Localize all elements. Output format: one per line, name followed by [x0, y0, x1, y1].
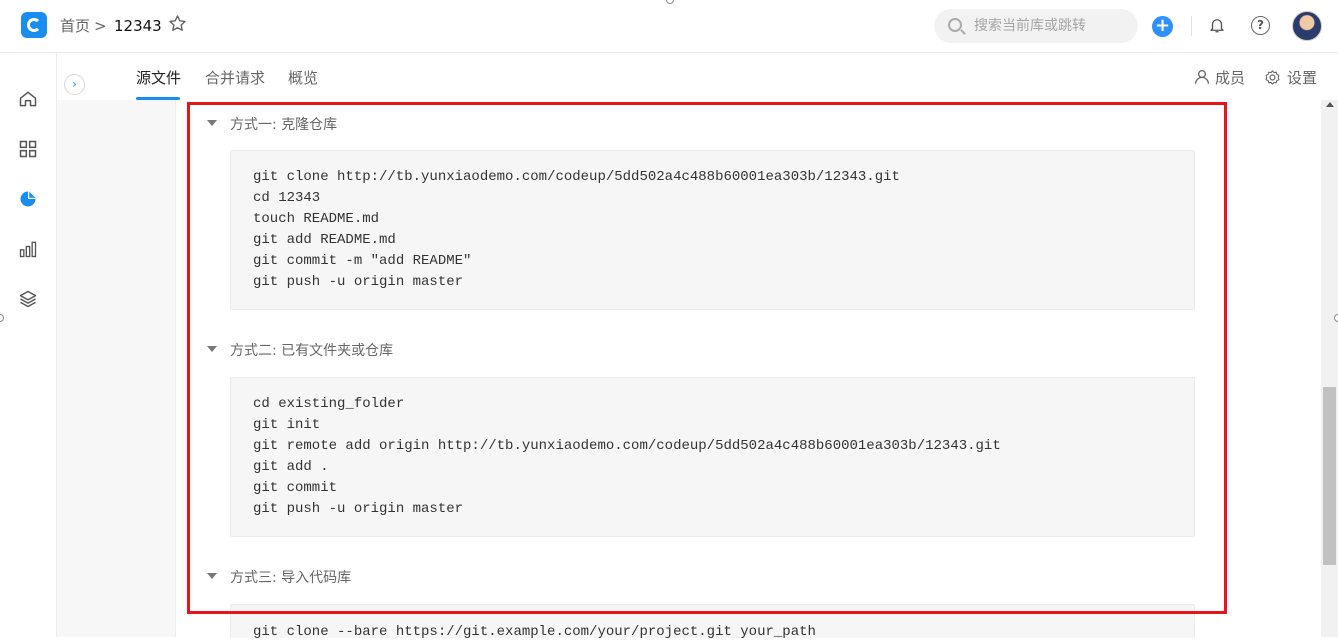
layers-icon[interactable]	[18, 289, 38, 309]
top-bar: 首页 > 12343 + ?	[0, 0, 1338, 53]
tab-source-files[interactable]: 源文件	[136, 67, 181, 89]
gear-icon	[1264, 69, 1281, 92]
scroll-up-arrow-icon[interactable]	[1326, 102, 1334, 107]
members-label: 成员	[1215, 69, 1246, 87]
tab-merge-requests[interactable]: 合并请求	[205, 67, 265, 89]
app-logo[interactable]	[21, 12, 47, 38]
user-icon	[1193, 68, 1211, 92]
scroll-thumb[interactable]	[1323, 387, 1336, 565]
logo-mark	[27, 18, 41, 32]
star-icon[interactable]	[168, 14, 188, 36]
sidebar-expand-button[interactable]: ›	[64, 74, 85, 95]
add-button[interactable]: +	[1152, 16, 1173, 37]
tab-overview[interactable]: 概览	[288, 67, 318, 89]
settings-label: 设置	[1287, 69, 1318, 87]
avatar[interactable]	[1292, 11, 1322, 41]
members-button[interactable]: 成员	[1193, 67, 1245, 92]
home-icon[interactable]	[18, 89, 38, 109]
resize-handle[interactable]	[1334, 314, 1338, 322]
search-box[interactable]	[934, 9, 1138, 43]
repo-tabs: 源文件 合并请求 概览 成员 设置	[57, 53, 1338, 100]
help-icon[interactable]: ?	[1251, 16, 1270, 35]
pie-chart-icon[interactable]	[18, 189, 38, 209]
grid-icon[interactable]	[18, 139, 38, 159]
left-sidebar	[0, 53, 57, 637]
bar-chart-icon[interactable]	[18, 239, 38, 259]
search-icon	[948, 18, 962, 32]
vertical-scrollbar[interactable]	[1321, 100, 1338, 637]
breadcrumb-current[interactable]: 12343	[114, 15, 162, 37]
search-input[interactable]	[974, 16, 1132, 36]
code-line: git clone --bare https://git.example.com…	[253, 624, 816, 640]
bell-icon[interactable]	[1208, 15, 1228, 37]
header-divider	[1191, 16, 1192, 36]
breadcrumb-home[interactable]: 首页	[60, 15, 90, 37]
highlight-annotation-box	[187, 102, 1227, 614]
settings-button[interactable]: 设置	[1264, 67, 1317, 92]
breadcrumb-separator: >	[94, 17, 107, 35]
